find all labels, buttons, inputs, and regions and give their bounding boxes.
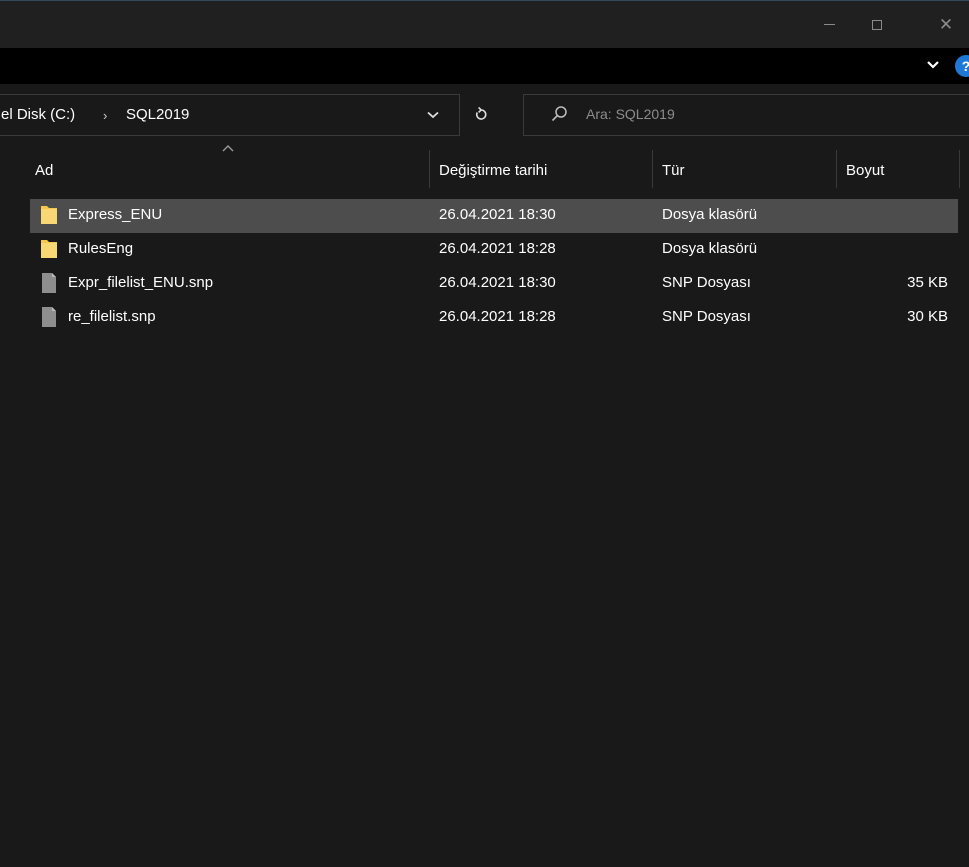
column-header-size-label: Boyut (846, 162, 885, 179)
file-size: 35 KB (907, 274, 948, 291)
column-header-size[interactable]: Boyut (837, 150, 959, 188)
maximize-button[interactable] (854, 1, 900, 48)
file-icon (42, 273, 56, 293)
chevron-down-icon (427, 111, 439, 119)
breadcrumb-folder[interactable]: SQL2019 (126, 106, 189, 123)
minimize-icon (823, 24, 835, 25)
file-type: SNP Dosyası (662, 308, 751, 325)
file-name: re_filelist.snp (68, 308, 156, 325)
search-input[interactable]: Ara: SQL2019 (523, 94, 969, 136)
search-icon (551, 106, 567, 122)
file-icon (42, 307, 56, 327)
file-type: Dosya klasörü (662, 240, 758, 257)
close-button[interactable]: ✕ (923, 1, 969, 48)
refresh-button[interactable] (470, 102, 492, 126)
file-modified: 26.04.2021 18:28 (439, 240, 556, 257)
ribbon-expand-button[interactable] (922, 54, 944, 76)
list-item-re-filelist[interactable]: re_filelist.snp 26.04.2021 18:28 SNP Dos… (30, 301, 958, 335)
file-modified: 26.04.2021 18:30 (439, 206, 556, 223)
column-header-modified[interactable]: Değiştirme tarihi (430, 150, 652, 188)
chevron-down-icon (927, 61, 939, 69)
close-icon: ✕ (938, 14, 954, 35)
file-name: RulesEng (68, 240, 134, 257)
breadcrumb-separator[interactable]: › (103, 108, 107, 123)
file-name: Express_ENU (68, 206, 163, 223)
ribbon-bar (0, 48, 969, 84)
address-bar[interactable]: el Disk (C:) › SQL2019 (0, 94, 460, 136)
search-placeholder: Ara: SQL2019 (586, 106, 675, 122)
explorer-window: ✕ ? el Disk (C:) › SQL2019 (0, 0, 969, 867)
folder-icon (41, 240, 57, 258)
file-type: Dosya klasörü (662, 206, 758, 223)
column-header-name[interactable]: Ad (28, 150, 428, 188)
column-header-name-label: Ad (35, 162, 54, 179)
file-size: 30 KB (907, 308, 948, 325)
file-modified: 26.04.2021 18:28 (439, 308, 556, 325)
breadcrumb-disk[interactable]: el Disk (C:) (1, 106, 75, 123)
list-item-expr-filelist-enu[interactable]: Expr_filelist_ENU.snp 26.04.2021 18:30 S… (30, 267, 958, 301)
file-modified: 26.04.2021 18:30 (439, 274, 556, 291)
title-bar: ✕ (0, 0, 969, 48)
file-type: SNP Dosyası (662, 274, 751, 291)
column-header-row: Ad Değiştirme tarihi Tür Boyut (0, 150, 969, 194)
minimize-button[interactable] (806, 1, 852, 48)
folder-icon (41, 206, 57, 224)
file-name: Expr_filelist_ENU.snp (68, 274, 214, 291)
help-icon: ? (962, 58, 969, 74)
column-divider[interactable] (959, 150, 960, 188)
refresh-icon (475, 106, 487, 120)
list-item-rulesengy[interactable]: RulesEng 26.04.2021 18:28 Dosya klasörü (30, 233, 958, 267)
address-row: el Disk (C:) › SQL2019 Ara: SQL2019 (0, 84, 969, 150)
list-item-express-enu[interactable]: Express_ENU 26.04.2021 18:30 Dosya klasö… (30, 199, 958, 233)
maximize-icon (872, 19, 882, 30)
column-header-modified-label: Değiştirme tarihi (439, 162, 548, 179)
column-header-type-label: Tür (662, 162, 685, 179)
column-header-type[interactable]: Tür (653, 150, 836, 188)
address-history-button[interactable] (425, 105, 441, 125)
